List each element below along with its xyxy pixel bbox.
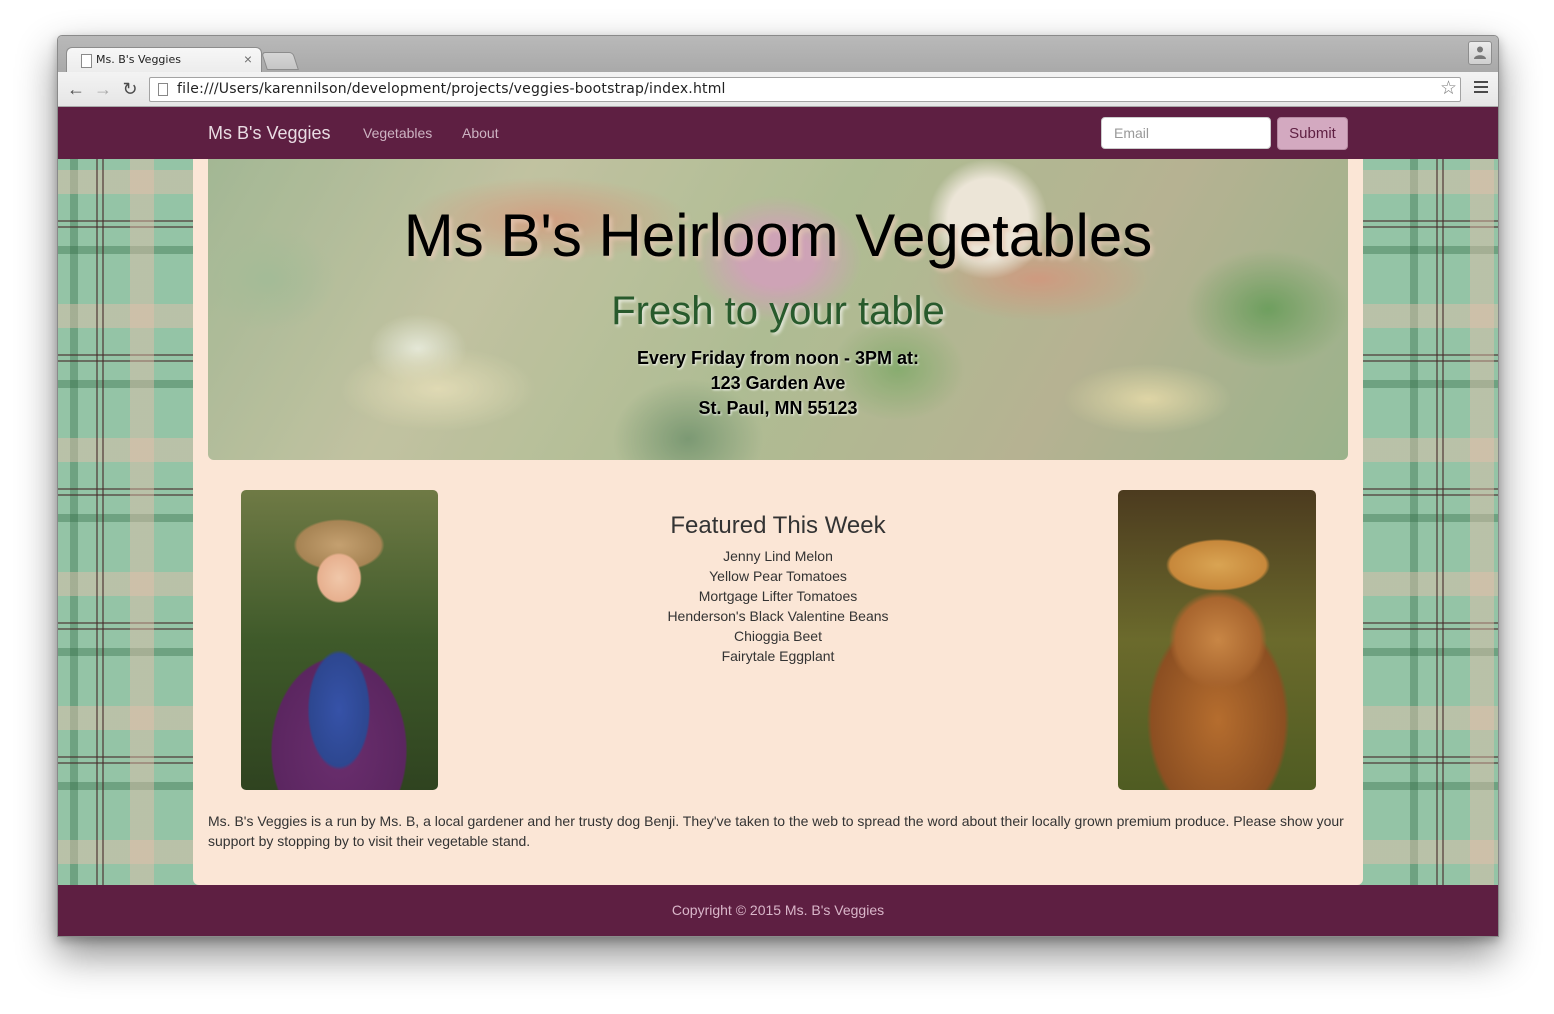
tab-title: Ms. B's Veggies <box>96 53 181 66</box>
reload-icon[interactable]: ↻ <box>120 79 140 99</box>
email-input[interactable] <box>1101 117 1271 149</box>
featured-item: Fairytale Eggplant <box>721 648 835 664</box>
site-footer: Copyright © 2015 Ms. B's Veggies <box>58 885 1498 936</box>
featured-item: Henderson's Black Valentine Beans <box>667 608 889 624</box>
featured-item: Chioggia Beet <box>734 628 822 644</box>
menu-icon[interactable] <box>1474 81 1488 96</box>
featured-item: Jenny Lind Melon <box>723 548 833 564</box>
page-viewport: Ms B's Veggies Vegetables About Submit M… <box>58 107 1498 936</box>
nav-link-about[interactable]: About <box>462 125 499 141</box>
back-icon[interactable]: ← <box>66 79 86 99</box>
footer-copyright: Copyright © 2015 Ms. B's Veggies <box>671 902 885 918</box>
profile-icon[interactable] <box>1468 41 1492 65</box>
hero-subtitle: Fresh to your table <box>611 289 945 333</box>
featured-item: Mortgage Lifter Tomatoes <box>698 588 858 604</box>
featured-item: Yellow Pear Tomatoes <box>709 568 847 584</box>
jumbotron-hero: Ms B's Heirloom Vegetables Fresh to your… <box>208 159 1348 460</box>
browser-window: Ms. B's Veggies × ← → ↻ file:///Users/ka… <box>57 35 1499 937</box>
hero-address-city: St. Paul, MN 55123 <box>698 398 858 418</box>
nav-link-vegetables[interactable]: Vegetables <box>363 125 432 141</box>
close-icon[interactable]: × <box>244 51 252 67</box>
file-icon <box>158 83 168 96</box>
hero-title: Ms B's Heirloom Vegetables <box>403 202 1153 269</box>
hero-schedule: Every Friday from noon - 3PM at: <box>636 348 920 368</box>
tab-active[interactable]: Ms. B's Veggies × <box>66 47 262 73</box>
tab-strip: Ms. B's Veggies × <box>58 36 1498 73</box>
url-text: file:///Users/karennilson/development/pr… <box>177 81 726 97</box>
browser-toolbar: ← → ↻ file:///Users/karennilson/developm… <box>58 72 1498 107</box>
forward-icon[interactable]: → <box>93 79 113 99</box>
hero-address-street: 123 Garden Ave <box>710 373 846 393</box>
bookmark-star-icon[interactable]: ☆ <box>1440 78 1457 100</box>
main-container: Ms B's Heirloom Vegetables Fresh to your… <box>193 159 1363 885</box>
new-tab-button[interactable] <box>261 52 299 70</box>
about-paragraph: Ms. B's Veggies is a run by Ms. B, a loc… <box>208 813 1344 849</box>
page-icon <box>81 54 92 68</box>
submit-button[interactable]: Submit <box>1277 117 1348 150</box>
site-navbar: Ms B's Veggies Vegetables About Submit <box>58 107 1498 159</box>
address-bar[interactable]: file:///Users/karennilson/development/pr… <box>149 77 1461 102</box>
navbar-brand[interactable]: Ms B's Veggies <box>208 123 331 144</box>
featured-title: Featured This Week <box>670 512 886 539</box>
